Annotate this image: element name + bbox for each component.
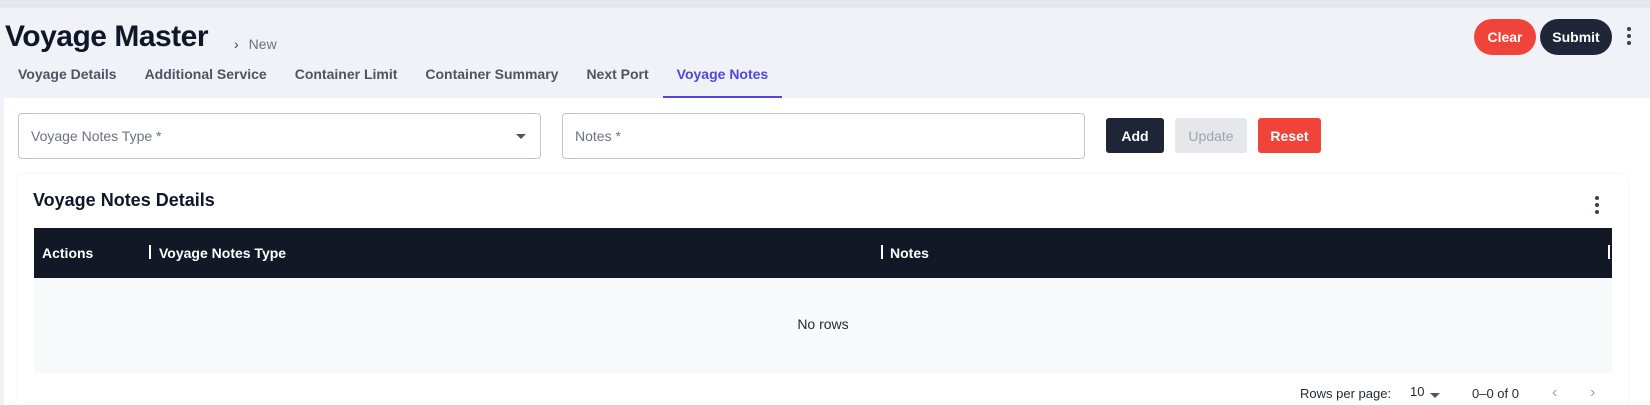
empty-state: No rows	[797, 316, 849, 332]
column-notes[interactable]: Notes	[890, 245, 929, 261]
tab-container-limit[interactable]: Container Limit	[281, 58, 412, 98]
notes-field[interactable]: Notes *	[562, 113, 1085, 159]
clear-button[interactable]: Clear	[1474, 19, 1536, 55]
tab-additional-service[interactable]: Additional Service	[131, 58, 281, 98]
breadcrumb: › New	[234, 36, 277, 52]
page-title: Voyage Master	[5, 20, 209, 53]
tab-container-summary[interactable]: Container Summary	[411, 58, 572, 98]
tab-voyage-notes[interactable]: Voyage Notes	[662, 58, 783, 98]
table-body: No rows	[34, 278, 1612, 373]
update-button[interactable]: Update	[1175, 118, 1247, 153]
tab-bar: Voyage Details Additional Service Contai…	[4, 58, 783, 98]
table-header: Actions Voyage Notes Type Notes	[34, 228, 1612, 278]
voyage-notes-type-label: Voyage Notes Type *	[31, 128, 162, 144]
chevron-right-icon[interactable]: ›	[1590, 384, 1595, 402]
dropdown-arrow-icon	[516, 134, 526, 139]
voyage-notes-type-select[interactable]: Voyage Notes Type *	[18, 113, 541, 159]
rows-per-page-dropdown-icon[interactable]	[1430, 393, 1440, 398]
column-actions[interactable]: Actions	[42, 245, 93, 261]
pagination-range: 0–0 of 0	[1472, 386, 1519, 401]
more-vertical-icon[interactable]	[1622, 24, 1636, 48]
add-button[interactable]: Add	[1106, 118, 1164, 153]
table-more-vertical-icon[interactable]	[1590, 193, 1604, 217]
column-separator[interactable]	[881, 245, 883, 259]
tab-voyage-details[interactable]: Voyage Details	[4, 58, 131, 98]
notes-label: Notes *	[575, 128, 621, 144]
rows-per-page-label: Rows per page:	[1300, 386, 1392, 401]
breadcrumb-current: New	[248, 36, 277, 52]
reset-button[interactable]: Reset	[1258, 118, 1321, 153]
rows-per-page-select[interactable]: 10	[1410, 384, 1424, 399]
column-separator[interactable]	[149, 245, 151, 259]
tab-next-port[interactable]: Next Port	[572, 58, 662, 98]
column-voyage-notes-type[interactable]: Voyage Notes Type	[159, 245, 286, 261]
chevron-right-icon: ›	[234, 36, 239, 52]
top-bar	[0, 0, 1650, 6]
submit-button[interactable]: Submit	[1540, 19, 1612, 55]
table-title: Voyage Notes Details	[33, 190, 215, 210]
chevron-left-icon[interactable]: ‹	[1552, 384, 1557, 402]
column-separator[interactable]	[1608, 245, 1610, 259]
